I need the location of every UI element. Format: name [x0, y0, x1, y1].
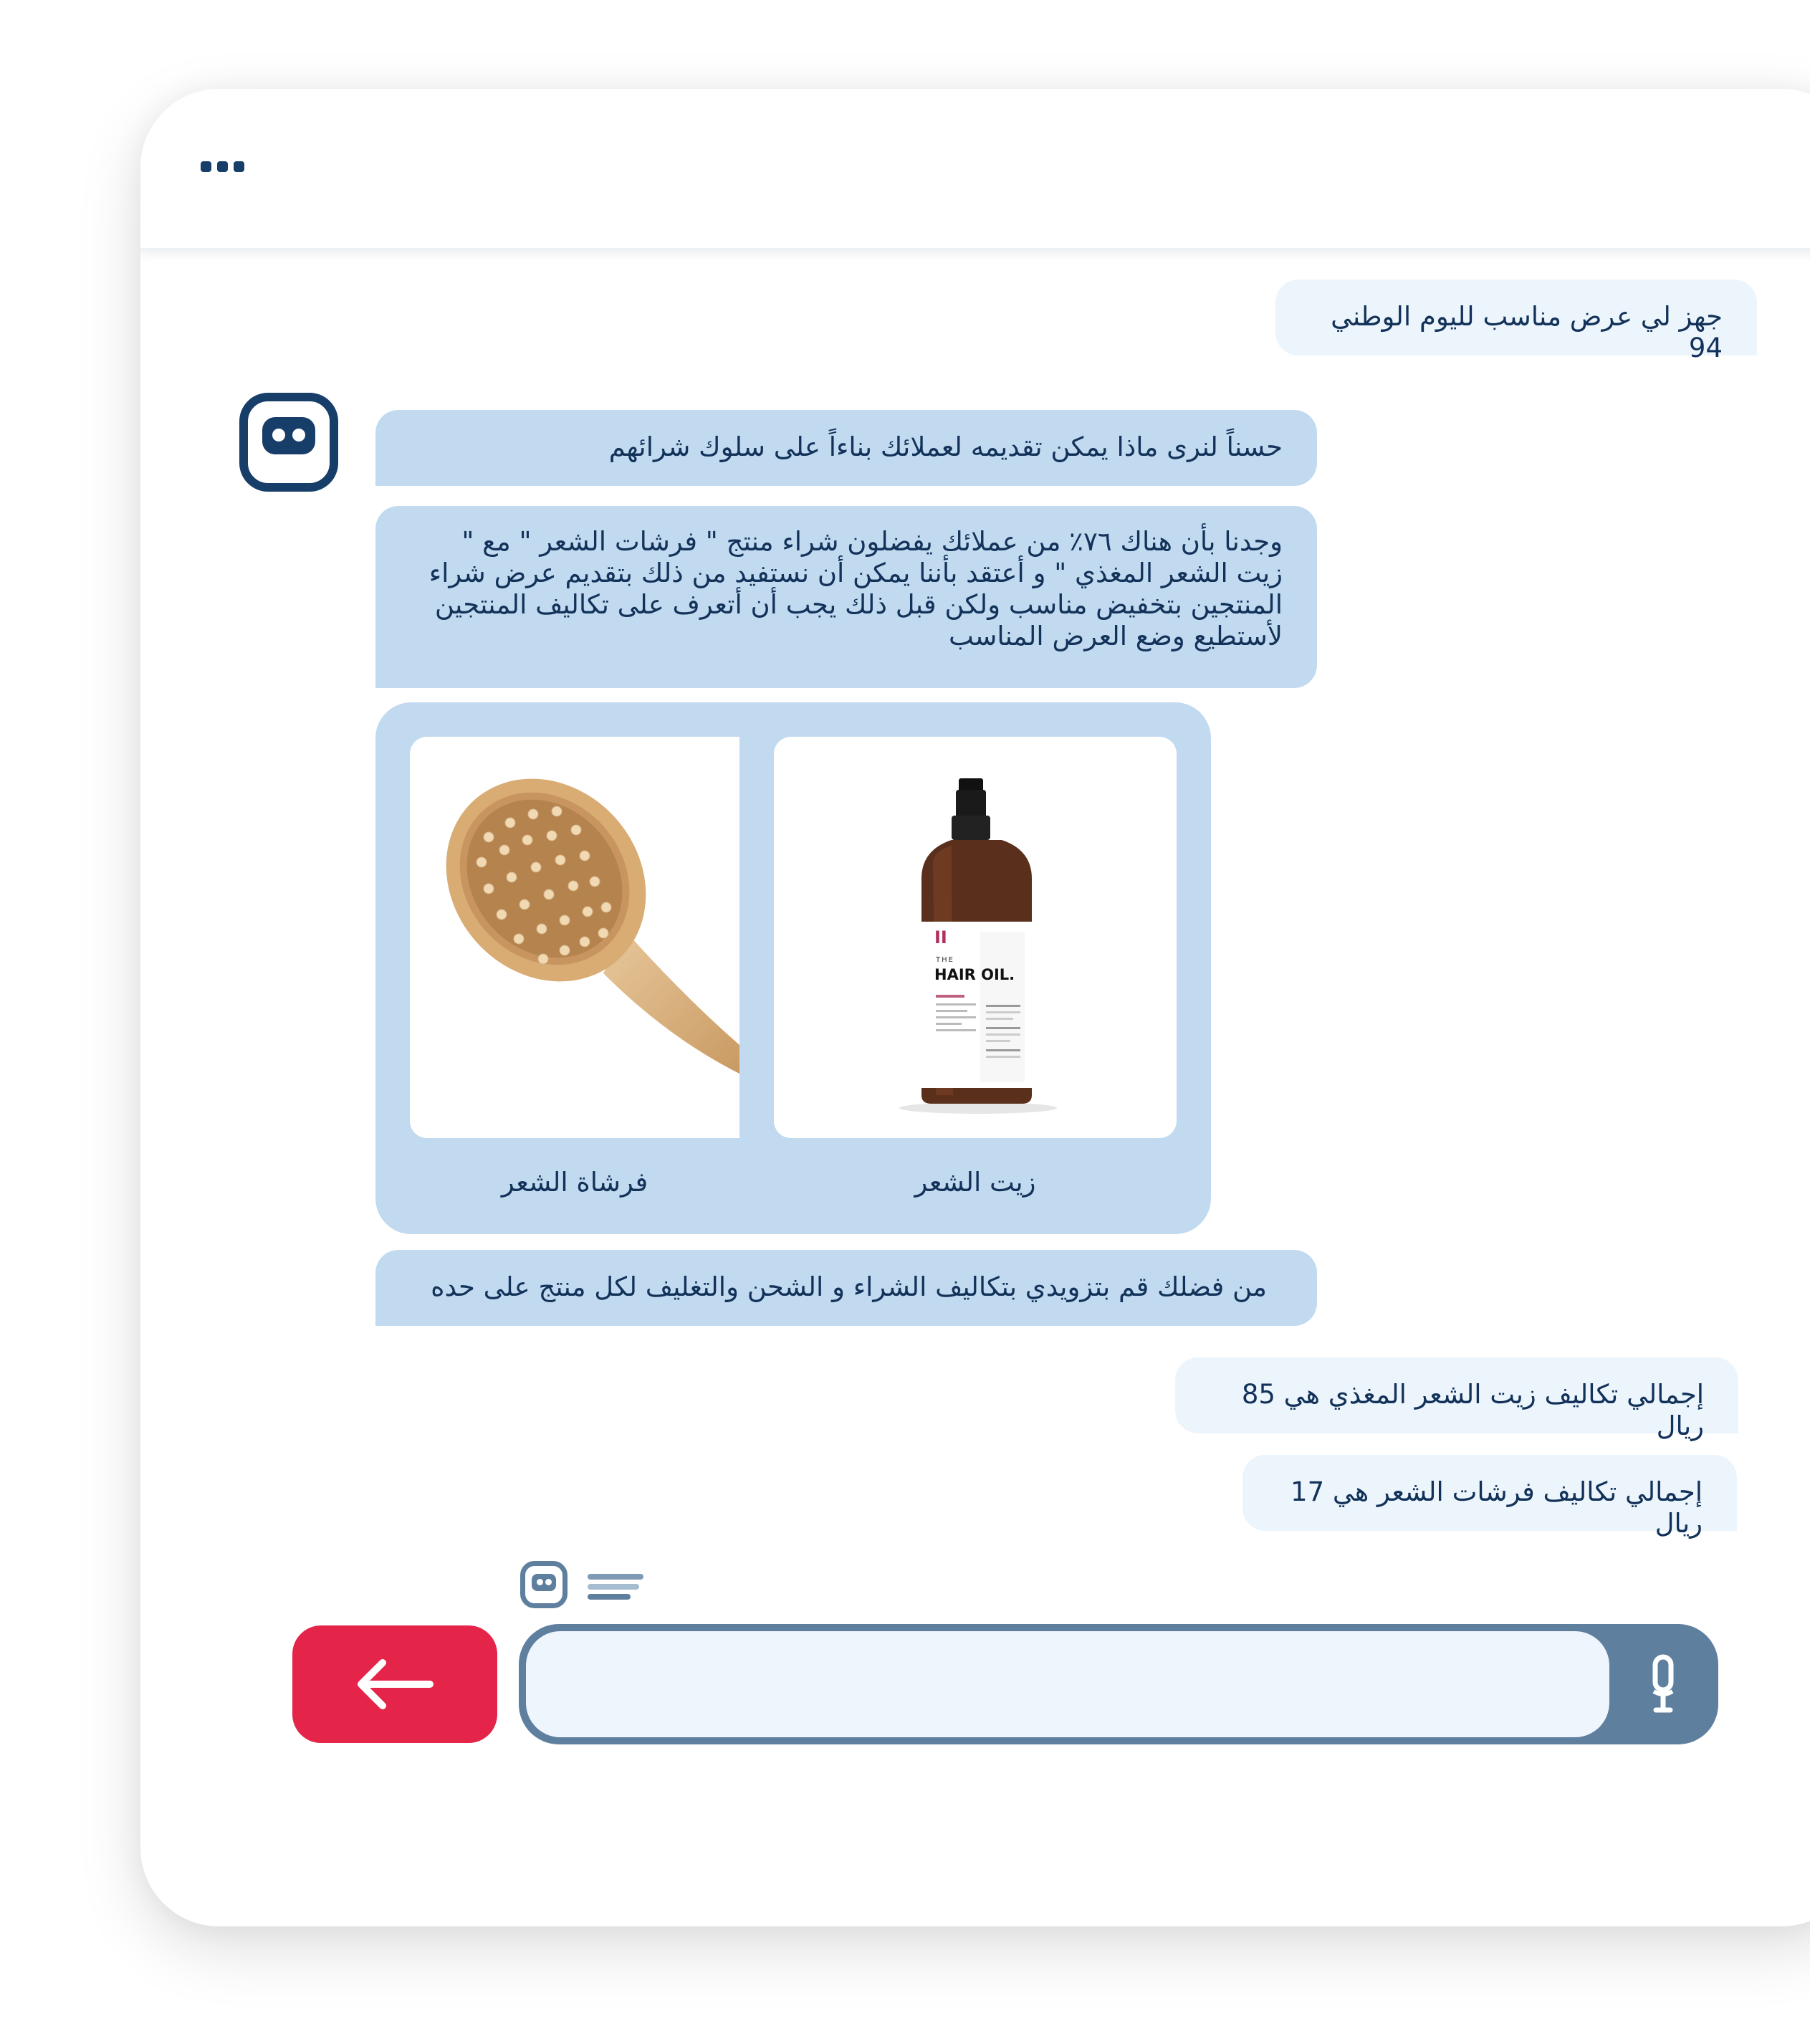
message-input[interactable]: [526, 1631, 1609, 1737]
user-message: جهز لي عرض مناسب لليوم الوطني 94: [1275, 280, 1757, 363]
bottle-brand-mark: II: [934, 927, 947, 947]
arrow-left-icon: [358, 1659, 434, 1709]
product-comparison-card: II THE HAIR OIL. زيت الشعر فرشاة الشعر: [375, 702, 1211, 1234]
bottle-label-title: HAIR OIL.: [934, 966, 1015, 983]
bot-message: من فضلك قم بتزويدي بتكاليف الشراء و الشح…: [375, 1250, 1317, 1326]
more-dots-icon[interactable]: [201, 161, 244, 172]
bot-avatar-icon: [520, 1561, 568, 1608]
message-text: من فضلك قم بتزويدي بتكاليف الشراء و الشح…: [431, 1271, 1267, 1302]
hair-oil-image[interactable]: II THE HAIR OIL.: [774, 737, 1177, 1138]
bot-message: وجدنا بأن هناك ٧٦٪ من عملائك يفضلون شراء…: [375, 506, 1317, 688]
bottle-label-lines: [986, 1005, 1020, 1062]
user-message: إجمالي تكاليف فرشات الشعر هي 17 ريال: [1242, 1455, 1737, 1539]
typing-indicator-icon: [588, 1574, 643, 1604]
message-text: وجدنا بأن هناك ٧٦٪ من عملائك يفضلون شراء…: [428, 526, 1283, 651]
message-text: جهز لي عرض مناسب لليوم الوطني 94: [1331, 301, 1723, 363]
message-text: إجمالي تكاليف زيت الشعر المغذي هي 85 ريا…: [1241, 1379, 1704, 1441]
hair-brush-icon: [446, 778, 739, 1074]
user-message: إجمالي تكاليف زيت الشعر المغذي هي 85 ريا…: [1175, 1357, 1738, 1441]
bottle-label-lines: [936, 995, 976, 1036]
microphone-icon[interactable]: [1624, 1650, 1703, 1719]
message-text: إجمالي تكاليف فرشات الشعر هي 17 ريال: [1291, 1476, 1703, 1539]
product-caption: زيت الشعر: [914, 1167, 1036, 1198]
back-button[interactable]: [292, 1625, 497, 1743]
product-caption: فرشاة الشعر: [501, 1167, 648, 1198]
window-header: [140, 89, 1810, 251]
message-text: حسناً لنرى ماذا يمكن تقديمه لعملائك بناء…: [608, 431, 1283, 462]
bot-message: حسناً لنرى ماذا يمكن تقديمه لعملائك بناء…: [375, 410, 1317, 486]
bot-avatar-icon: [239, 393, 338, 492]
bottle-label-the: THE: [936, 956, 954, 964]
message-composer: [519, 1624, 1718, 1744]
hair-oil-bottle-icon: [899, 778, 1057, 1114]
hair-brush-image[interactable]: [410, 737, 739, 1138]
